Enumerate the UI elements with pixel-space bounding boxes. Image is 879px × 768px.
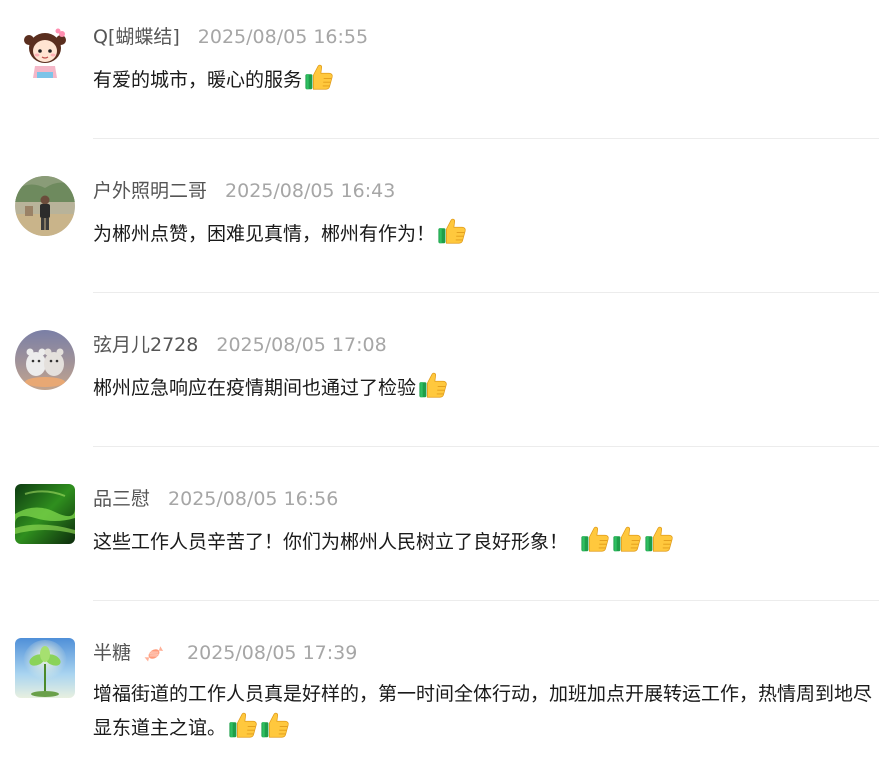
timestamp: 2025/08/05 16:43 xyxy=(225,180,396,202)
comment-text: 郴州应急响应在疫情期间也通过了检验 xyxy=(93,377,417,399)
comment-text-block: 增福街道的工作人员真是好样的，第一时间全体行动，加班加点开展转运工作，热情周到地… xyxy=(93,678,875,744)
divider xyxy=(93,446,879,447)
timestamp: 2025/08/05 16:56 xyxy=(168,488,339,510)
timestamp: 2025/08/05 16:55 xyxy=(197,26,369,48)
comment-text: 这些工作人员辛苦了！你们为郴州人民树立了良好形象！ xyxy=(93,531,569,553)
thumbs-up-icon xyxy=(304,62,334,92)
username[interactable]: 品三慰 xyxy=(93,488,150,510)
thumbs-up-icon xyxy=(612,524,642,554)
username[interactable]: 户外照明二哥 xyxy=(93,180,207,202)
cartoon-girl-avatar-icon xyxy=(15,22,75,82)
avatar-glowing-plant[interactable] xyxy=(15,638,75,698)
outdoor-photo-avatar-icon xyxy=(15,176,75,236)
comment-text-block: 郴州应急响应在疫情期间也通过了检验 xyxy=(93,370,879,404)
thumbs-up-icon xyxy=(437,216,467,246)
green-landscape-avatar-icon xyxy=(15,484,75,544)
divider xyxy=(93,292,879,293)
thumbs-up-icon xyxy=(260,710,290,740)
timestamp: 2025/08/05 17:08 xyxy=(216,334,387,356)
username[interactable]: 弦月儿2728 xyxy=(93,334,198,356)
plant-sky-avatar-icon xyxy=(15,638,75,698)
comment-meta: Q[蝴蝶结] 2025/08/05 16:55 xyxy=(93,24,368,50)
comment-text-block: 这些工作人员辛苦了！你们为郴州人民树立了良好形象！ xyxy=(93,524,879,558)
comment-text: 增福街道的工作人员真是好样的，第一时间全体行动，加班加点开展转运工作，热情周到地… xyxy=(93,683,873,739)
comment-text: 为郴州点赞，困难见真情，郴州有作为！ xyxy=(93,223,436,245)
divider xyxy=(93,138,879,139)
comment-text-block: 有爱的城市，暖心的服务 xyxy=(93,62,879,96)
username[interactable]: 半糖 xyxy=(93,642,131,664)
comment-text: 有爱的城市，暖心的服务 xyxy=(93,69,303,91)
comment-meta: 半糖 2025/08/05 17:39 xyxy=(93,640,357,666)
thumbs-up-icon xyxy=(644,524,674,554)
comment-meta: 户外照明二哥 2025/08/05 16:43 xyxy=(93,178,395,204)
thumbs-up-icon xyxy=(418,370,448,400)
avatar-outdoor-man[interactable] xyxy=(15,176,75,236)
thumbs-up-icon xyxy=(580,524,610,554)
comment-list: Q[蝴蝶结] 2025/08/05 16:55 有爱的城市，暖心的服务 户外照明二… xyxy=(0,0,879,768)
divider xyxy=(93,600,879,601)
candy-icon xyxy=(144,645,164,662)
plush-toys-avatar-icon xyxy=(15,330,75,390)
comment-meta: 品三慰 2025/08/05 16:56 xyxy=(93,486,338,512)
comment-text-block: 为郴州点赞，困难见真情，郴州有作为！ xyxy=(93,216,879,250)
avatar-cartoon-girl[interactable] xyxy=(15,22,75,82)
thumbs-up-icon xyxy=(228,710,258,740)
comment-meta: 弦月儿2728 2025/08/05 17:08 xyxy=(93,332,387,358)
username[interactable]: Q[蝴蝶结] xyxy=(93,26,180,48)
timestamp: 2025/08/05 17:39 xyxy=(187,642,358,664)
avatar-green-field[interactable] xyxy=(15,484,75,544)
avatar-plush-dolls[interactable] xyxy=(15,330,75,390)
